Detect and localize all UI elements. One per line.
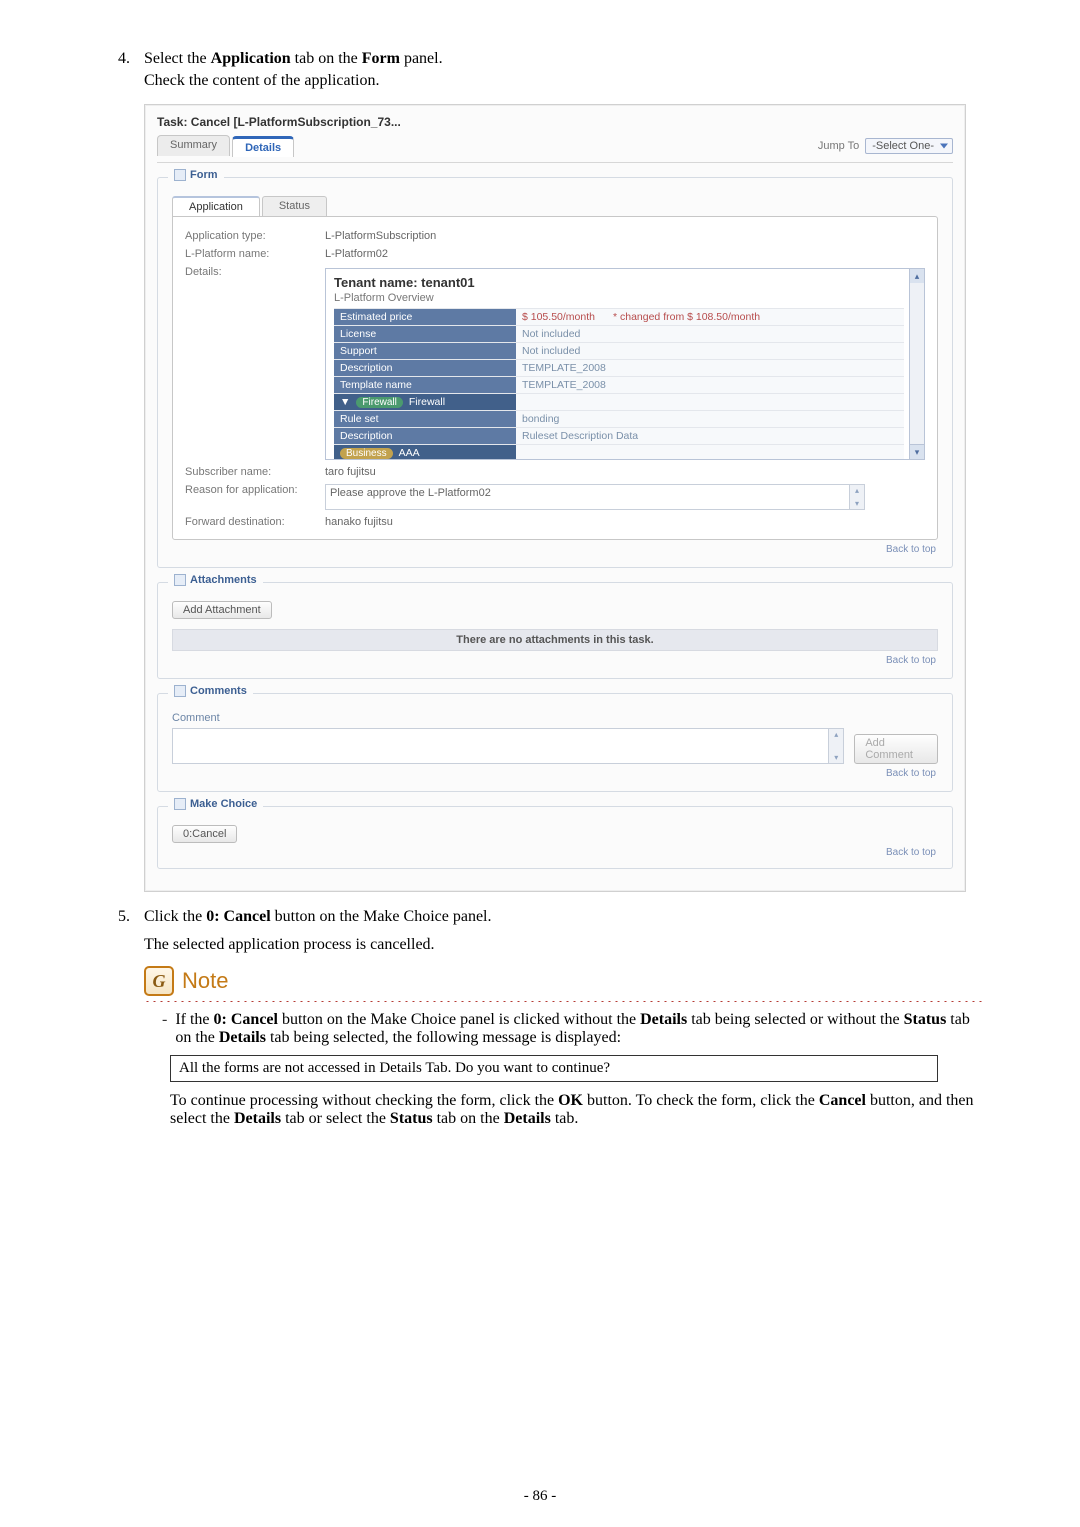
step5-bold: 0: Cancel: [206, 908, 270, 925]
step4-bold2: Form: [362, 50, 400, 67]
lplatform-overview: L-Platform Overview: [334, 292, 904, 304]
task-title: Task: Cancel [L-PlatformSubscription_73.…: [157, 115, 953, 129]
reason-textarea[interactable]: Please approve the L-Platform02 ▴▾: [325, 484, 865, 510]
firewall-badge: Firewall: [356, 397, 402, 408]
make-choice-legend-icon: [174, 798, 186, 810]
details-label: Details:: [185, 266, 325, 278]
comments-legend: Comments: [190, 685, 247, 697]
form-legend-icon: [174, 169, 186, 181]
note-message-box: All the forms are not accessed in Detail…: [170, 1055, 938, 1082]
details-box: ▴ ▾ Tenant name: tenant01 L-Platform Ove…: [325, 268, 925, 460]
attachments-panel: Attachments Add Attachment There are no …: [157, 582, 953, 679]
reason-scrollbar[interactable]: ▴▾: [849, 485, 864, 509]
note-block: G Note - If the 0: Cancel button on the …: [144, 966, 982, 1128]
step4-text: Select the Application tab on the Form p…: [144, 50, 982, 68]
tab-details[interactable]: Details: [232, 136, 294, 157]
inner-tab-application[interactable]: Application: [172, 196, 260, 216]
step-number-5: 5.: [118, 908, 136, 926]
task-screenshot: Task: Cancel [L-PlatformSubscription_73.…: [144, 104, 966, 892]
app-type-label: Application type:: [185, 230, 325, 242]
row-est-price-l: Estimated price: [334, 309, 516, 325]
row-rdesc-l: Description: [334, 428, 516, 444]
make-choice-panel: Make Choice 0:Cancel Back to top: [157, 806, 953, 869]
row-rule-v: bonding: [516, 411, 904, 427]
details-scroll-down[interactable]: ▾: [909, 444, 924, 459]
comment-scrollbar[interactable]: ▴▾: [828, 729, 843, 763]
reason-value: Please approve the L-Platform02: [330, 487, 491, 499]
row-desc-l: Description: [334, 360, 516, 376]
form-legend: Form: [190, 169, 218, 181]
row-est-price-note: * changed from $ 108.50/month: [613, 311, 760, 323]
tab-summary[interactable]: Summary: [157, 135, 230, 156]
business-badge: Business: [340, 448, 393, 459]
row-desc-v: TEMPLATE_2008: [516, 360, 904, 376]
row-est-price-v: $ 105.50/month: [522, 311, 595, 323]
note-divider: [144, 1000, 982, 1003]
lplatform-name-label: L-Platform name:: [185, 248, 325, 260]
note-icon: G: [144, 966, 174, 996]
step4-line2: Check the content of the application.: [144, 72, 982, 90]
note-title: Note: [182, 968, 228, 994]
no-attachments-bar: There are no attachments in this task.: [172, 629, 938, 651]
cancel-button[interactable]: 0:Cancel: [172, 825, 237, 843]
chevron-down-icon[interactable]: ▼: [340, 396, 350, 408]
main-tabs: Summary Details: [157, 135, 296, 156]
step5-line2: The selected application process is canc…: [144, 936, 982, 954]
note-item-1: If the 0: Cancel button on the Make Choi…: [175, 1011, 982, 1047]
comments-legend-icon: [174, 685, 186, 697]
attachments-legend: Attachments: [190, 574, 257, 586]
step4-c: panel.: [400, 50, 443, 67]
jump-to-select[interactable]: -Select One-: [865, 138, 953, 154]
back-to-top-link-4[interactable]: Back to top: [172, 847, 936, 858]
inner-tab-status[interactable]: Status: [262, 196, 327, 216]
subscriber-value: taro fujitsu: [325, 466, 376, 478]
note-dash: -: [162, 1011, 167, 1047]
comment-textarea[interactable]: ▴▾: [172, 728, 844, 764]
details-scroll-up[interactable]: ▴: [909, 269, 924, 284]
application-panel: Application type: L-PlatformSubscription…: [172, 216, 938, 540]
lplatform-name-value: L-Platform02: [325, 248, 388, 260]
comments-panel: Comments Comment ▴▾ Add Comment Back to …: [157, 693, 953, 792]
comment-label: Comment: [172, 712, 938, 724]
note-item-2: To continue processing without checking …: [170, 1092, 982, 1128]
forward-value: hanako fujitsu: [325, 516, 393, 528]
step5-text: Click the 0: Cancel button on the Make C…: [144, 908, 982, 926]
business-text: AAA: [399, 447, 420, 459]
attachments-legend-icon: [174, 574, 186, 586]
back-to-top-link-1[interactable]: Back to top: [172, 544, 936, 555]
form-panel: Form Application Status Application type…: [157, 177, 953, 568]
add-comment-button[interactable]: Add Comment: [854, 734, 938, 764]
row-support-v: Not included: [516, 343, 904, 359]
row-rule-l: Rule set: [334, 411, 516, 427]
step4-a: Select the: [144, 50, 211, 67]
subscriber-label: Subscriber name:: [185, 466, 325, 478]
row-license-l: License: [334, 326, 516, 342]
step5-b: button on the Make Choice panel.: [271, 908, 492, 925]
back-to-top-link-3[interactable]: Back to top: [172, 768, 936, 779]
row-rdesc-v: Ruleset Description Data: [516, 428, 904, 444]
step4-bold1: Application: [211, 50, 291, 67]
page-number: - 86 -: [0, 1488, 1080, 1505]
app-type-value: L-PlatformSubscription: [325, 230, 436, 242]
back-to-top-link-2[interactable]: Back to top: [172, 655, 936, 666]
row-tmpl-v: TEMPLATE_2008: [516, 377, 904, 393]
firewall-text: Firewall: [409, 396, 445, 408]
row-support-l: Support: [334, 343, 516, 359]
step4-b: tab on the: [291, 50, 362, 67]
details-scrollbar[interactable]: [909, 283, 924, 445]
step5-a: Click the: [144, 908, 206, 925]
row-license-v: Not included: [516, 326, 904, 342]
reason-label: Reason for application:: [185, 484, 325, 496]
row-tmpl-l: Template name: [334, 377, 516, 393]
tenant-header: Tenant name: tenant01: [334, 275, 904, 290]
forward-label: Forward destination:: [185, 516, 325, 528]
add-attachment-button[interactable]: Add Attachment: [172, 601, 272, 619]
make-choice-legend: Make Choice: [190, 798, 257, 810]
jump-to-label: Jump To: [818, 140, 859, 152]
step-number-4: 4.: [118, 50, 136, 68]
